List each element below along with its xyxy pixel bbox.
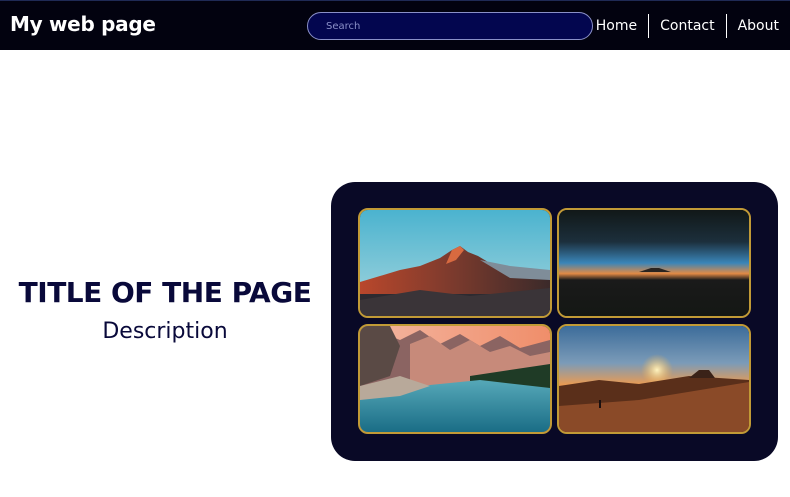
mountain-lake-image — [360, 326, 550, 432]
desert-sunrise-image — [559, 326, 749, 432]
photo-desert-sunrise[interactable] — [557, 324, 751, 434]
page-description: Description — [102, 319, 228, 344]
nav-link-home[interactable]: Home — [585, 14, 648, 38]
nav-links: Home Contact About — [585, 14, 790, 38]
photo-mountain-peaks[interactable] — [358, 208, 552, 318]
mountain-peaks-image — [360, 210, 550, 316]
search-input[interactable] — [307, 12, 593, 40]
photo-horizon-sunset[interactable] — [557, 208, 751, 318]
page-title: TITLE OF THE PAGE — [18, 276, 312, 309]
horizon-sunset-image — [559, 210, 749, 316]
hero-text: TITLE OF THE PAGE Description — [0, 276, 330, 344]
photo-gallery — [331, 182, 778, 461]
navbar: My web page Home Contact About — [0, 0, 790, 50]
photo-mountain-lake[interactable] — [358, 324, 552, 434]
nav-link-contact[interactable]: Contact — [648, 14, 725, 38]
nav-link-about[interactable]: About — [725, 14, 790, 38]
site-title: My web page — [10, 12, 156, 36]
